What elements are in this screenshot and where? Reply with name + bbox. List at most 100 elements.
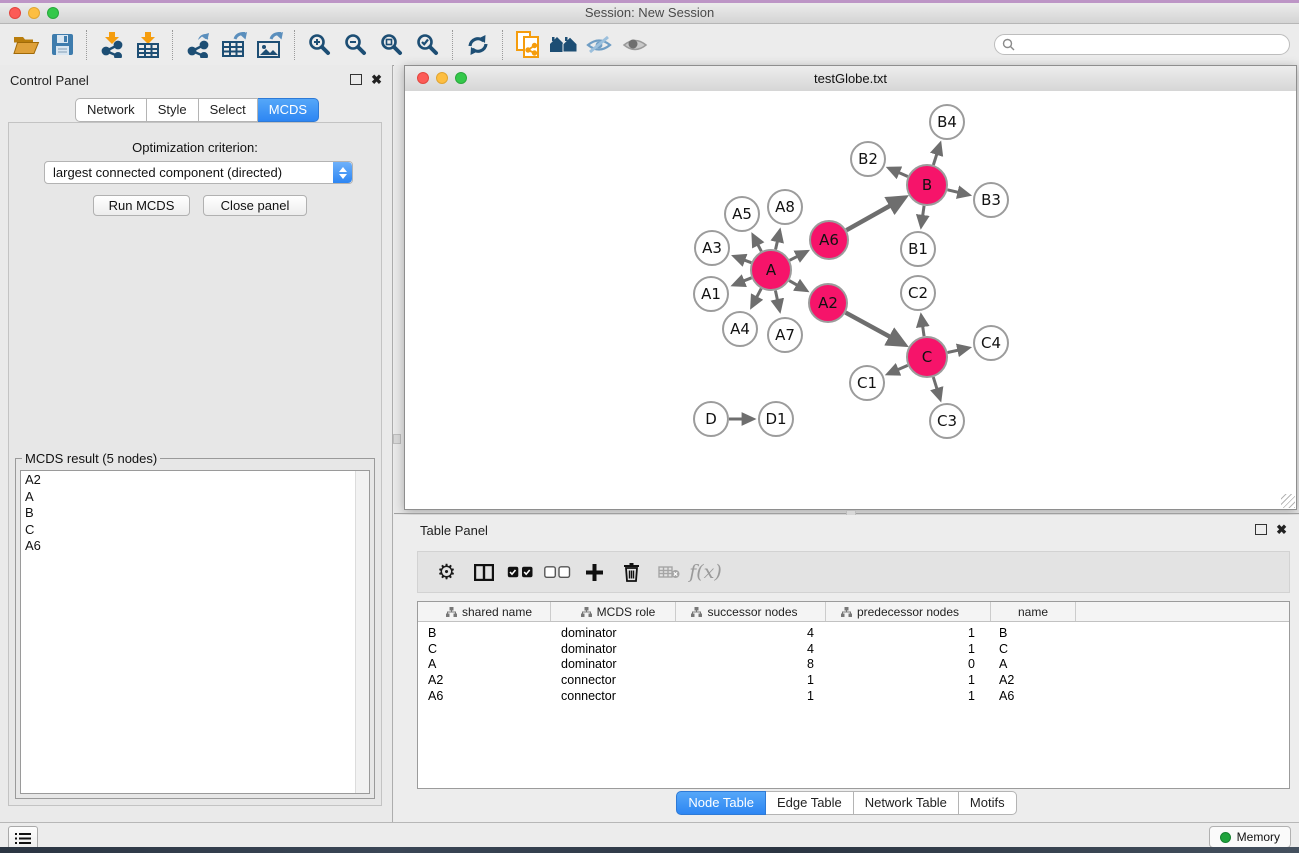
graph-node-label: C3 xyxy=(937,412,957,430)
open-session-icon[interactable] xyxy=(8,29,44,61)
close-panel-button[interactable]: Close panel xyxy=(203,195,307,216)
graph-node-label: C4 xyxy=(981,334,1001,352)
close-panel-icon[interactable]: ✖ xyxy=(371,75,382,85)
zoom-out-icon[interactable] xyxy=(338,29,374,61)
select-all-columns-icon[interactable] xyxy=(502,555,539,589)
zoom-selected-icon[interactable] xyxy=(410,29,446,61)
table-row[interactable]: A6connector11A6 xyxy=(418,688,1289,704)
mcds-result-list[interactable]: A2 A B C A6 xyxy=(20,470,370,794)
criterion-select[interactable]: largest connected component (directed) xyxy=(44,161,353,184)
graph-edge[interactable] xyxy=(846,198,904,230)
graph-edge[interactable] xyxy=(933,144,940,165)
graph-edge[interactable] xyxy=(776,231,780,250)
tab-motifs[interactable]: Motifs xyxy=(959,791,1017,815)
import-table-icon[interactable] xyxy=(130,29,166,61)
close-table-panel-icon[interactable]: ✖ xyxy=(1276,525,1287,535)
resize-grip-icon[interactable] xyxy=(1281,494,1295,508)
graph-edge[interactable] xyxy=(752,289,761,307)
column-header[interactable]: name xyxy=(991,602,1076,621)
table-row[interactable]: A2connector11A2 xyxy=(418,672,1289,688)
node-table[interactable]: shared name MCDS role successor nodes pr… xyxy=(417,601,1290,789)
graph-node-label: C1 xyxy=(857,374,877,392)
export-network-icon[interactable] xyxy=(180,29,216,61)
show-columns-icon[interactable] xyxy=(465,555,502,589)
graph-edge[interactable] xyxy=(734,278,752,285)
table-row[interactable]: Adominator80A xyxy=(418,657,1289,673)
graph-edge[interactable] xyxy=(753,235,761,251)
status-bar: Memory xyxy=(0,822,1299,850)
table-settings-icon[interactable]: ⚙ xyxy=(428,555,465,589)
export-image-icon[interactable] xyxy=(252,29,288,61)
graph-edge[interactable] xyxy=(789,281,806,291)
tab-edge-table[interactable]: Edge Table xyxy=(766,791,854,815)
graph-edge[interactable] xyxy=(921,206,924,226)
search-field[interactable] xyxy=(994,34,1290,55)
list-item[interactable]: A xyxy=(21,489,355,506)
graph-edge[interactable] xyxy=(921,316,924,336)
tab-select[interactable]: Select xyxy=(199,98,258,122)
zoom-fit-icon[interactable] xyxy=(374,29,410,61)
create-column-icon[interactable] xyxy=(576,555,613,589)
attribute-icon xyxy=(691,607,702,617)
show-all-icon[interactable] xyxy=(618,29,654,61)
import-network-icon[interactable] xyxy=(94,29,130,61)
workspace: testGlobe.txt B4B2BB3A5A8A6A3AB1A1A2C2A4… xyxy=(394,65,1299,822)
column-header[interactable]: predecessor nodes xyxy=(826,602,991,621)
graph-edge[interactable] xyxy=(889,168,908,176)
zoom-in-icon[interactable] xyxy=(302,29,338,61)
graph-edge[interactable] xyxy=(790,251,807,260)
table-row[interactable]: Bdominator41B xyxy=(418,625,1289,641)
network-canvas[interactable]: B4B2BB3A5A8A6A3AB1A1A2C2A4A7C4CC1DD1C3 xyxy=(405,91,1296,509)
graph-node-label: C xyxy=(922,348,932,366)
memory-button[interactable]: Memory xyxy=(1209,826,1291,848)
list-item[interactable]: C xyxy=(21,522,355,539)
attribute-icon xyxy=(581,607,592,617)
export-table-icon[interactable] xyxy=(216,29,252,61)
tab-network-table[interactable]: Network Table xyxy=(854,791,959,815)
graph-edge[interactable] xyxy=(947,190,968,195)
graph-node-label: A7 xyxy=(775,326,795,344)
column-header[interactable]: shared name xyxy=(418,602,551,621)
list-item[interactable]: B xyxy=(21,505,355,522)
search-icon xyxy=(1002,38,1015,51)
graph-edge[interactable] xyxy=(888,365,908,374)
network-graph[interactable]: B4B2BB3A5A8A6A3AB1A1A2C2A4A7C4CC1DD1C3 xyxy=(405,91,1296,509)
mcds-result-title: MCDS result (5 nodes) xyxy=(22,451,160,466)
delete-column-icon[interactable] xyxy=(613,555,650,589)
refresh-layout-icon[interactable] xyxy=(460,29,496,61)
tab-node-table[interactable]: Node Table xyxy=(676,791,766,815)
graph-node-label: A2 xyxy=(818,294,838,312)
graph-edge[interactable] xyxy=(846,313,905,345)
graph-node-label: A xyxy=(766,261,777,279)
tab-style[interactable]: Style xyxy=(147,98,199,122)
unselect-all-columns-icon[interactable] xyxy=(539,555,576,589)
split-handle-vertical[interactable] xyxy=(393,434,401,444)
table-toolbar: ⚙ f(x) xyxy=(417,551,1290,593)
control-panel: Control Panel ✖ Network Style Select MCD… xyxy=(0,65,393,822)
window-title: Session: New Session xyxy=(0,5,1299,20)
delete-table-icon xyxy=(650,555,687,589)
float-panel-icon[interactable] xyxy=(350,74,362,85)
column-header[interactable]: successor nodes xyxy=(676,602,826,621)
function-builder-icon: f(x) xyxy=(687,555,724,589)
table-panel: Table Panel ✖ ⚙ f(x) xyxy=(394,515,1299,822)
list-item[interactable]: A2 xyxy=(21,472,355,489)
graph-edge[interactable] xyxy=(933,377,940,399)
home-icon[interactable] xyxy=(546,29,582,61)
tab-mcds[interactable]: MCDS xyxy=(258,98,319,122)
graph-node-label: B3 xyxy=(981,191,1001,209)
graph-edge[interactable] xyxy=(948,348,969,353)
graph-edge[interactable] xyxy=(734,256,751,262)
run-mcds-button[interactable]: Run MCDS xyxy=(93,195,190,216)
save-session-icon[interactable] xyxy=(44,29,80,61)
table-row[interactable]: Cdominator41C xyxy=(418,641,1289,657)
float-table-panel-icon[interactable] xyxy=(1255,524,1267,535)
search-input[interactable] xyxy=(1019,36,1289,54)
list-item[interactable]: A6 xyxy=(21,538,355,555)
scrollbar[interactable] xyxy=(355,471,369,793)
column-header[interactable]: MCDS role xyxy=(551,602,676,621)
hide-selected-icon[interactable] xyxy=(582,29,618,61)
graph-edge[interactable] xyxy=(775,291,779,311)
tab-network[interactable]: Network xyxy=(75,98,147,122)
network-copy-icon[interactable] xyxy=(510,29,546,61)
